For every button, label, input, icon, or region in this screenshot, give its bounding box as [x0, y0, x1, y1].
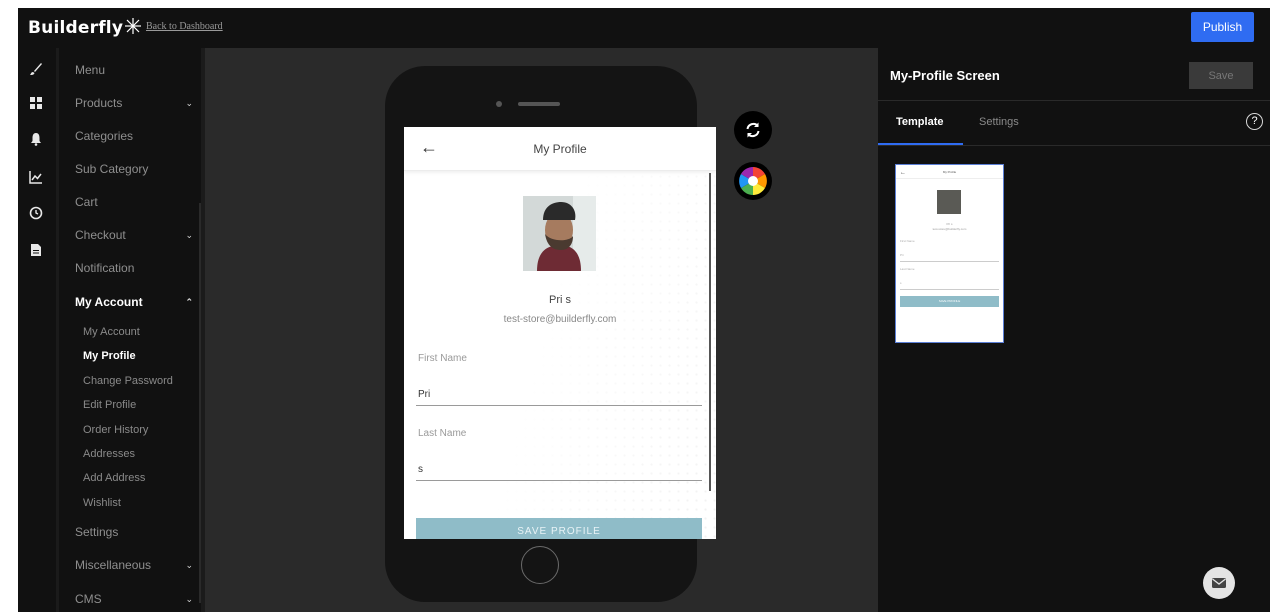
sidebar-item-categories[interactable]: Categories	[75, 125, 197, 147]
publish-button[interactable]: Publish	[1191, 12, 1254, 42]
panel-title: My-Profile Screen	[890, 68, 1000, 83]
sidebar-item-menu[interactable]: Menu	[75, 59, 197, 81]
sub-item-my-account[interactable]: My Account	[83, 323, 193, 341]
first-name-label: First Name	[418, 353, 467, 364]
thumbnail-email: test-store@builderfly.com	[932, 227, 967, 231]
thumbnail-last-name-label: Last Name	[900, 267, 915, 271]
screen-scrollbar[interactable]	[709, 173, 711, 491]
chevron-down-icon: ⌄	[185, 230, 193, 240]
thumbnail-first-name-label: First Name	[900, 239, 915, 243]
sidebar-scrollbar[interactable]	[199, 203, 201, 603]
tab-template[interactable]: Template	[896, 116, 943, 128]
refresh-icon	[746, 122, 760, 138]
phone-speaker	[518, 102, 560, 106]
help-icon[interactable]: ?	[1246, 113, 1263, 130]
tab-settings[interactable]: Settings	[979, 116, 1019, 128]
sub-item-wishlist[interactable]: Wishlist	[83, 494, 193, 512]
sub-item-my-profile[interactable]: My Profile	[83, 347, 193, 365]
preview-canvas: ← My Profile Pri s test-store@builderfly…	[205, 48, 878, 612]
phone-camera	[496, 101, 502, 107]
first-name-input[interactable]	[416, 384, 702, 406]
back-to-dashboard-link[interactable]: Back to Dashboard	[146, 21, 223, 32]
brush-icon[interactable]	[29, 62, 43, 76]
phone-home-button[interactable]	[521, 546, 559, 584]
thumbnail-name: Pri s	[946, 222, 953, 226]
save-profile-button[interactable]: SAVE PROFILE	[416, 518, 702, 539]
clock-icon[interactable]	[29, 206, 43, 220]
app-header: ← My Profile	[404, 127, 716, 171]
panel-divider	[878, 100, 1270, 101]
sidebar-item-miscellaneous[interactable]: Miscellaneous ⌄	[75, 554, 197, 576]
file-icon[interactable]	[29, 243, 43, 257]
profile-email: test-store@builderfly.com	[503, 314, 617, 325]
sidebar-item-sub-category[interactable]: Sub Category	[75, 158, 197, 180]
sidebar-item-products[interactable]: Products ⌄	[75, 92, 197, 114]
properties-panel: My-Profile Screen Save Template Settings…	[878, 48, 1270, 612]
sidebar-item-my-account[interactable]: My Account ⌃	[75, 291, 197, 313]
phone-screen: ← My Profile Pri s test-store@builderfly…	[404, 127, 716, 539]
thumbnail-title: My Profile	[942, 170, 957, 174]
screen-title: My Profile	[533, 142, 587, 156]
bell-icon[interactable]	[29, 132, 43, 146]
chart-icon[interactable]	[29, 170, 43, 184]
last-name-input[interactable]	[416, 459, 702, 481]
sub-item-order-history[interactable]: Order History	[83, 421, 193, 439]
thumbnail-last-name-value: s	[900, 281, 902, 285]
thumbnail-header: ← My Profile	[896, 165, 1003, 179]
thumbnail-field-line	[900, 289, 999, 290]
color-wheel-icon	[739, 167, 767, 195]
sidebar-item-settings[interactable]: Settings	[75, 521, 197, 543]
sub-item-add-address[interactable]: Add Address	[83, 469, 193, 487]
sidebar-item-cms[interactable]: CMS ⌄	[75, 588, 197, 610]
icon-rail	[18, 48, 56, 612]
template-thumbnail[interactable]: ← My Profile Pri s test-store@builderfly…	[895, 164, 1004, 343]
sub-item-addresses[interactable]: Addresses	[83, 445, 193, 463]
sub-item-change-password[interactable]: Change Password	[83, 372, 193, 390]
sidebar-nav: Menu Products ⌄ Categories Sub Category C…	[59, 48, 201, 612]
sub-item-edit-profile[interactable]: Edit Profile	[83, 396, 193, 414]
sidebar-item-notification[interactable]: Notification	[75, 257, 197, 279]
thumbnail-save-button: SAVE PROFILE	[900, 296, 999, 307]
sparkle-logo-icon	[125, 18, 142, 34]
chat-button[interactable]	[1203, 567, 1235, 599]
color-picker-button[interactable]	[734, 162, 772, 200]
brand-logo[interactable]: Builderfly	[28, 17, 142, 38]
chevron-down-icon: ⌄	[185, 98, 193, 108]
thumbnail-first-name-value: Pri	[900, 253, 904, 257]
chevron-up-icon: ⌃	[185, 297, 193, 307]
tab-divider	[878, 145, 1270, 146]
chevron-down-icon: ⌄	[185, 560, 193, 570]
thumbnail-field-line	[900, 261, 999, 262]
thumbnail-avatar	[937, 190, 961, 214]
brand-name: Builderfly	[28, 18, 124, 38]
top-bar: Builderfly Back to Dashboard Publish	[18, 8, 1270, 48]
chevron-down-icon: ⌄	[185, 594, 193, 604]
avatar	[523, 196, 596, 271]
sidebar-item-checkout[interactable]: Checkout ⌄	[75, 224, 197, 246]
sidebar-item-cart[interactable]: Cart	[75, 191, 197, 213]
mail-icon	[1212, 578, 1226, 588]
refresh-button[interactable]	[734, 111, 772, 149]
last-name-label: Last Name	[418, 428, 467, 439]
app-window: Builderfly Back to Dashboard Publish Men…	[18, 8, 1270, 612]
grid-icon[interactable]	[29, 96, 43, 110]
thumbnail-back-icon: ←	[900, 170, 906, 176]
save-button[interactable]: Save	[1189, 62, 1253, 89]
profile-name: Pri s	[549, 294, 571, 306]
